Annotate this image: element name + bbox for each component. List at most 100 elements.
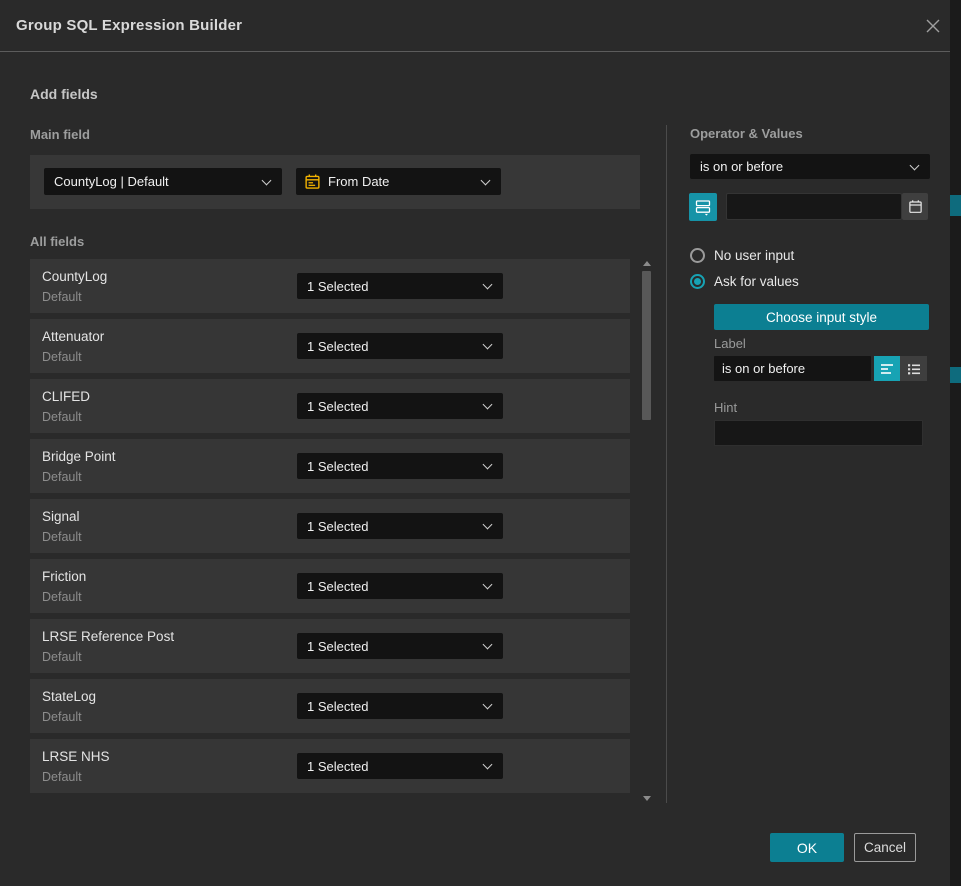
field-sublabel: Default [42,350,82,364]
calendar-icon [304,173,321,190]
choose-input-style-button[interactable]: Choose input style [714,304,929,330]
date-picker-button[interactable] [902,193,928,220]
field-selection-dropdown[interactable]: 1 Selected [297,453,503,479]
field-selection-dropdown[interactable]: 1 Selected [297,633,503,659]
operator-select-dropdown[interactable]: is on or before [690,154,930,179]
align-left-icon [879,361,895,377]
field-selection-value: 1 Selected [307,279,368,294]
group-sql-expression-builder-dialog: Group SQL Expression Builder Add fields … [0,0,950,886]
field-selection-dropdown[interactable]: 1 Selected [297,273,503,299]
field-name: Friction [42,569,86,584]
fields-scrollbar[interactable] [640,258,653,804]
field-selection-dropdown[interactable]: 1 Selected [297,693,503,719]
list-icon [906,361,922,377]
field-sublabel: Default [42,590,82,604]
field-selection-value: 1 Selected [307,639,368,654]
field-sublabel: Default [42,290,82,304]
dialog-titlebar: Group SQL Expression Builder [0,0,950,52]
value-type-icon [694,198,712,216]
layer-select-dropdown[interactable]: CountyLog | Default [44,168,282,195]
field-row: Bridge Point Default 1 Selected [30,439,630,493]
close-icon [922,15,944,37]
field-sublabel: Default [42,650,82,664]
all-fields-list: CountyLog Default 1 Selected Attenuator … [30,259,630,799]
operator-values-heading: Operator & Values [690,126,803,141]
field-selection-dropdown[interactable]: 1 Selected [297,513,503,539]
field-name: LRSE NHS [42,749,110,764]
field-sublabel: Default [42,770,82,784]
field-sublabel: Default [42,530,82,544]
field-name: CountyLog [42,269,107,284]
field-selection-dropdown[interactable]: 1 Selected [297,573,503,599]
field-name: CLIFED [42,389,90,404]
list-input-style-toggle[interactable] [900,356,927,381]
hint-input[interactable] [714,420,923,446]
main-field-label: Main field [30,127,90,142]
chevron-down-icon [262,175,272,185]
field-name: Bridge Point [42,449,116,464]
single-input-style-toggle[interactable] [874,356,900,381]
field-row: LRSE NHS Default 1 Selected [30,739,630,793]
field-sublabel: Default [42,710,82,724]
all-fields-label: All fields [30,234,84,249]
field-row: CountyLog Default 1 Selected [30,259,630,313]
field-selection-value: 1 Selected [307,699,368,714]
field-row: Attenuator Default 1 Selected [30,319,630,373]
field-selection-value: 1 Selected [307,339,368,354]
scrollbar-thumb[interactable] [642,271,651,420]
no-user-input-radio[interactable]: No user input [690,247,705,263]
radio-icon [690,274,705,289]
field-selection-dropdown[interactable]: 1 Selected [297,333,503,359]
main-field-panel: CountyLog | Default From Date [30,155,640,209]
dialog-title: Group SQL Expression Builder [16,17,242,34]
chevron-down-icon [483,460,493,470]
field-selection-value: 1 Selected [307,579,368,594]
label-input[interactable] [714,356,871,381]
chevron-down-icon [483,760,493,770]
background-app-accent [950,367,961,383]
ask-for-values-radio[interactable]: Ask for values [690,273,705,289]
chevron-down-icon [483,400,493,410]
chevron-down-icon [481,175,491,185]
field-sublabel: Default [42,470,82,484]
background-app-accent [950,195,961,216]
field-selection-value: 1 Selected [307,399,368,414]
field-row: Signal Default 1 Selected [30,499,630,553]
chevron-down-icon [483,340,493,350]
chevron-down-icon [910,160,920,170]
ok-button[interactable]: OK [770,833,844,862]
field-selection-dropdown[interactable]: 1 Selected [297,393,503,419]
field-sublabel: Default [42,410,82,424]
field-row: CLIFED Default 1 Selected [30,379,630,433]
field-name: Signal [42,509,80,524]
radio-icon [690,248,705,263]
chevron-down-icon [483,280,493,290]
field-selection-value: 1 Selected [307,519,368,534]
value-type-button[interactable] [689,193,717,221]
field-row: StateLog Default 1 Selected [30,679,630,733]
field-name: StateLog [42,689,96,704]
calendar-icon [908,199,923,214]
chevron-down-icon [483,520,493,530]
add-fields-heading: Add fields [30,86,98,102]
radio-label: Ask for values [714,274,799,289]
main-field-select-value: From Date [328,174,389,189]
label-caption: Label [714,336,746,351]
field-selection-dropdown[interactable]: 1 Selected [297,753,503,779]
radio-label: No user input [714,248,794,263]
field-selection-value: 1 Selected [307,759,368,774]
layer-select-value: CountyLog | Default [54,174,169,189]
field-name: LRSE Reference Post [42,629,174,644]
chevron-down-icon [483,700,493,710]
scroll-up-icon[interactable] [643,261,651,266]
field-row: LRSE Reference Post Default 1 Selected [30,619,630,673]
hint-caption: Hint [714,400,737,415]
scroll-down-icon[interactable] [643,796,651,801]
main-field-select-dropdown[interactable]: From Date [296,168,501,195]
panel-divider [666,125,667,803]
close-button[interactable] [922,15,944,37]
value-input[interactable] [726,193,902,220]
cancel-button[interactable]: Cancel [854,833,916,862]
chevron-down-icon [483,580,493,590]
field-name: Attenuator [42,329,104,344]
